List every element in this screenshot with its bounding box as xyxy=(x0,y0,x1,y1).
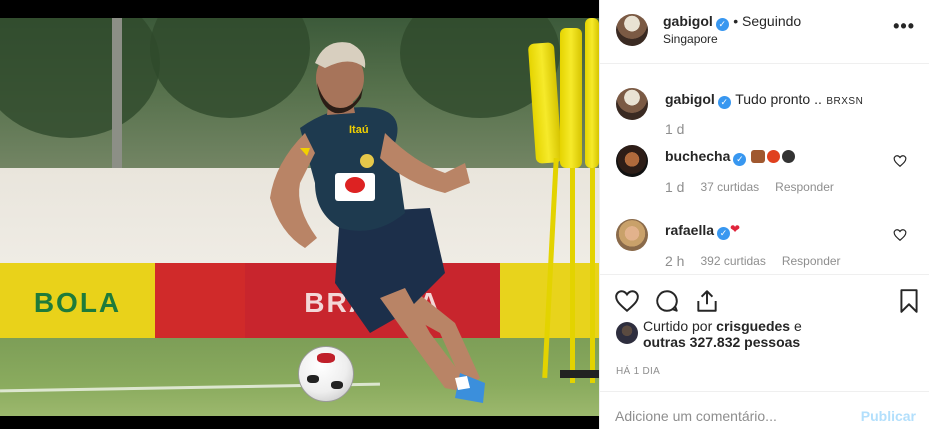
caption-text: Tudo pronto .. xyxy=(735,91,822,107)
banner-bola: BOLA xyxy=(0,263,155,343)
post-photo[interactable]: BOLA BRAHMA xyxy=(0,0,599,429)
reply-button[interactable]: Responder xyxy=(775,180,834,194)
verified-badge-icon: ✓ xyxy=(715,18,729,31)
avatar[interactable] xyxy=(616,322,638,344)
like-heart-icon[interactable] xyxy=(614,288,640,314)
comment-emojis xyxy=(750,148,797,165)
comment-likes[interactable]: 392 curtidas xyxy=(700,254,765,268)
black-circle-icon xyxy=(781,150,795,163)
comment-input[interactable]: Adicione um comentário... xyxy=(615,408,777,424)
training-dummy xyxy=(560,28,582,168)
avatar[interactable] xyxy=(616,219,648,251)
likes-prefix: Curtido por xyxy=(643,318,713,334)
likes-summary: Curtido por crisguedes e outras 327.832 … xyxy=(643,318,929,350)
save-bookmark-icon[interactable] xyxy=(896,288,922,314)
caption-time[interactable]: 1 d xyxy=(665,121,684,137)
comment-meta: 1 d 37 curtidas Responder xyxy=(665,179,834,195)
dummy-pole xyxy=(570,168,575,383)
comment-item: rafaella ✓ ❤ xyxy=(665,222,740,240)
caption-tag[interactable]: BRXSN xyxy=(826,96,863,107)
ball-patch xyxy=(307,375,319,383)
comment-author[interactable]: rafaella xyxy=(665,222,714,238)
avatar[interactable] xyxy=(616,145,648,177)
jersey-sponsor: Itaú xyxy=(349,124,369,136)
comment-item: buchecha ✓ xyxy=(665,148,797,166)
header-user-line: gabigol ✓ • Seguindo xyxy=(663,13,801,31)
comment-meta: 2 h 392 curtidas Responder xyxy=(665,253,841,269)
post-header: gabigol ✓ • Seguindo Singapore ••• xyxy=(600,0,929,64)
like-comment-heart-icon[interactable] xyxy=(893,154,907,168)
dummy-base xyxy=(560,370,599,378)
flexed-biceps-icon xyxy=(750,150,765,163)
publish-button[interactable]: Publicar xyxy=(861,408,916,424)
caption-author[interactable]: gabigol xyxy=(665,91,715,107)
ball-patch xyxy=(317,353,335,363)
banner-red xyxy=(155,263,245,343)
more-options-icon[interactable]: ••• xyxy=(893,16,915,37)
caption-meta: 1 d xyxy=(665,121,684,137)
likes-others-count[interactable]: outras 327.832 pessoas xyxy=(643,334,800,350)
soccer-ball xyxy=(298,346,354,402)
player-figure: Itaú xyxy=(270,42,485,403)
comment-time[interactable]: 2 h xyxy=(665,253,684,269)
comments-section: gabigol ✓ Tudo pronto .. BRXSN 1 d buchec… xyxy=(600,65,929,275)
post-actions xyxy=(600,280,929,320)
like-comment-heart-icon[interactable] xyxy=(893,228,907,242)
post-timestamp[interactable]: HÁ 1 DIA xyxy=(616,366,660,377)
follow-status-button[interactable]: • Seguindo xyxy=(733,13,801,29)
light-pole xyxy=(112,18,122,168)
comment-time[interactable]: 1 d xyxy=(665,179,684,195)
post-sidebar: gabigol ✓ • Seguindo Singapore ••• gabigo… xyxy=(599,0,929,429)
ball-patch xyxy=(331,381,343,389)
comment-likes[interactable]: 37 curtidas xyxy=(700,180,759,194)
comment-bubble-icon[interactable] xyxy=(654,288,680,314)
verified-badge-icon: ✓ xyxy=(733,153,747,166)
red-heart-emoji-icon: ❤ xyxy=(730,222,741,236)
post-location[interactable]: Singapore xyxy=(663,32,718,46)
caption: gabigol ✓ Tudo pronto .. BRXSN xyxy=(665,91,863,109)
comment-author[interactable]: buchecha xyxy=(665,148,730,164)
photo-canvas: BOLA BRAHMA xyxy=(0,18,599,416)
avatar[interactable] xyxy=(616,14,648,46)
post-author-username[interactable]: gabigol xyxy=(663,13,713,29)
share-icon[interactable] xyxy=(694,288,720,314)
likes-conjunction: e xyxy=(793,318,802,334)
verified-badge-icon: ✓ xyxy=(717,227,731,240)
red-circle-icon xyxy=(766,150,780,163)
reply-button[interactable]: Responder xyxy=(782,254,841,268)
add-comment-bar: Adicione um comentário... Publicar xyxy=(600,391,929,429)
avatar[interactable] xyxy=(616,88,648,120)
verified-badge-icon: ✓ xyxy=(717,96,731,109)
dummy-pole xyxy=(590,168,595,383)
liked-by-user[interactable]: crisguedes xyxy=(716,318,790,334)
training-dummy xyxy=(585,18,599,168)
